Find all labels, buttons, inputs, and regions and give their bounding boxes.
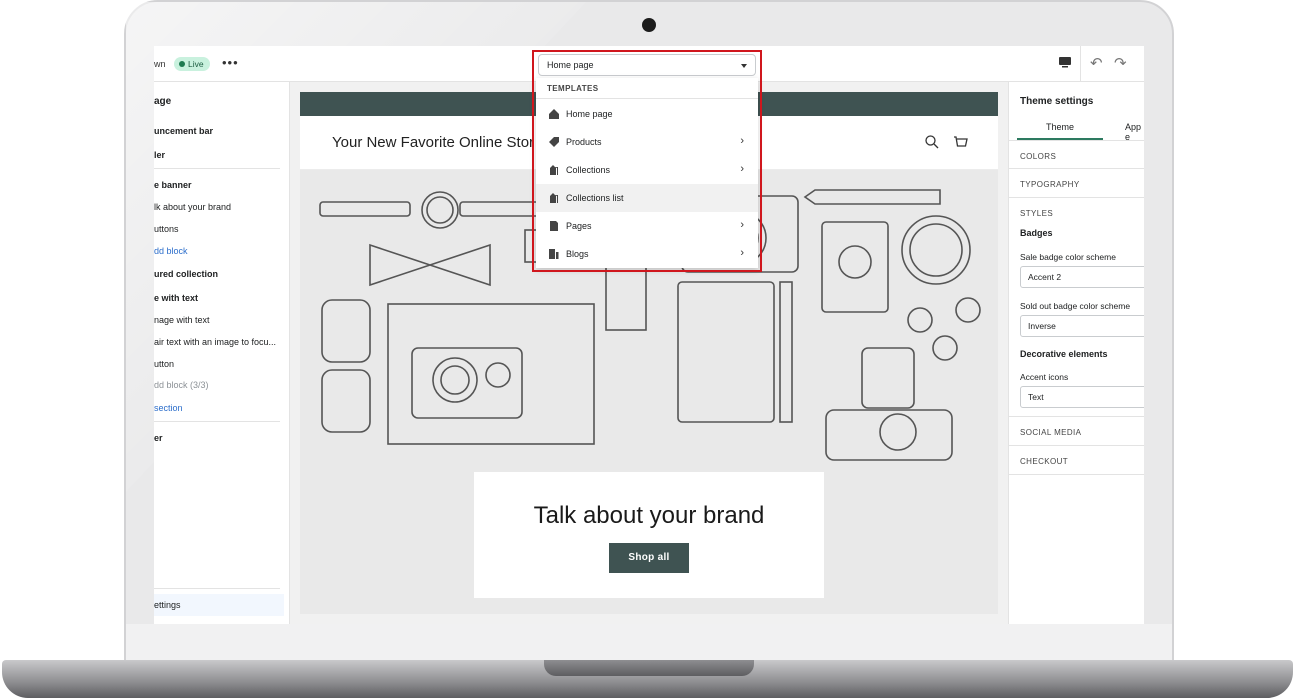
sidebar-item-buttons[interactable]: uttons bbox=[154, 224, 179, 234]
live-dot-icon bbox=[179, 61, 185, 67]
panel-divider bbox=[1009, 416, 1144, 417]
sidebar-add-block-disabled: dd block (3/3) bbox=[154, 380, 209, 390]
laptop-notch bbox=[544, 660, 754, 676]
panel-divider bbox=[1009, 445, 1144, 446]
live-badge: Live bbox=[174, 57, 210, 71]
sections-sidebar: age uncement bar ler e banner lk about y… bbox=[154, 82, 290, 624]
panel-divider bbox=[1009, 140, 1144, 141]
sidebar-add-block[interactable]: dd block bbox=[154, 246, 188, 256]
sidebar-item-featured-collection[interactable]: ured collection bbox=[154, 269, 218, 279]
topbar-divider bbox=[1080, 46, 1081, 82]
more-horizontal-icon[interactable]: ••• bbox=[222, 55, 239, 70]
tab-theme[interactable]: Theme bbox=[1046, 122, 1074, 132]
sold-out-badge-label: Sold out badge color scheme bbox=[1020, 301, 1131, 311]
panel-title: Theme settings bbox=[1020, 96, 1094, 107]
panel-divider bbox=[1009, 197, 1144, 198]
panel-divider bbox=[1009, 474, 1144, 475]
undo-icon[interactable]: ↶ bbox=[1090, 54, 1103, 72]
sidebar-item-pair-text[interactable]: air text with an image to focu... bbox=[154, 337, 276, 347]
theme-settings-panel: Theme settings Theme App e COLORS TYPOGR… bbox=[1008, 82, 1144, 624]
highlight-box bbox=[532, 50, 762, 272]
camera-icon bbox=[642, 18, 656, 32]
sidebar-item-image-banner[interactable]: e banner bbox=[154, 180, 192, 190]
section-colors[interactable]: COLORS bbox=[1020, 152, 1056, 161]
redo-icon[interactable]: ↷ bbox=[1114, 54, 1127, 72]
sidebar-item-footer[interactable]: er bbox=[154, 433, 163, 443]
desktop-view-icon[interactable] bbox=[1058, 56, 1072, 68]
section-checkout[interactable]: CHECKOUT bbox=[1020, 457, 1068, 466]
sidebar-divider bbox=[154, 421, 280, 422]
sidebar-add-section[interactable]: section bbox=[154, 403, 183, 413]
sidebar-item-image-with-text[interactable]: e with text bbox=[154, 293, 198, 303]
brand-message-box: Talk about your brand Shop all bbox=[474, 472, 824, 598]
search-icon[interactable] bbox=[924, 134, 940, 150]
sale-badge-select[interactable]: Accent 2 bbox=[1020, 266, 1144, 288]
panel-divider bbox=[1009, 168, 1144, 169]
badges-heading: Badges bbox=[1020, 228, 1053, 238]
sidebar-item-image-with-text-block[interactable]: nage with text bbox=[154, 315, 210, 325]
store-title[interactable]: Your New Favorite Online Stor bbox=[332, 134, 534, 151]
tab-app-embeds[interactable]: App e bbox=[1125, 122, 1144, 142]
banner-heading: Talk about your brand bbox=[533, 502, 765, 529]
decorative-heading: Decorative elements bbox=[1020, 349, 1108, 359]
sold-out-badge-select[interactable]: Inverse bbox=[1020, 315, 1144, 337]
store-name: wn bbox=[154, 59, 166, 69]
sidebar-title: age bbox=[154, 96, 172, 107]
sidebar-item-talk-about-brand[interactable]: lk about your brand bbox=[154, 202, 231, 212]
accent-icons-select[interactable]: Text bbox=[1020, 386, 1144, 408]
sidebar-item-announcement-bar[interactable]: uncement bar bbox=[154, 126, 213, 136]
screen: wn Live ••• Home page ↶ ↷ age uncement b… bbox=[154, 46, 1144, 624]
shop-all-button[interactable]: Shop all bbox=[609, 543, 689, 573]
accent-icons-label: Accent icons bbox=[1020, 372, 1069, 382]
section-typography[interactable]: TYPOGRAPHY bbox=[1020, 180, 1080, 189]
section-social-media[interactable]: SOCIAL MEDIA bbox=[1020, 428, 1081, 437]
section-styles[interactable]: STYLES bbox=[1020, 209, 1053, 218]
sale-badge-label: Sale badge color scheme bbox=[1020, 252, 1116, 262]
sidebar-divider bbox=[154, 168, 280, 169]
laptop-bezel bbox=[126, 624, 1172, 664]
sidebar-item-button[interactable]: utton bbox=[154, 359, 174, 369]
sidebar-item-header[interactable]: ler bbox=[154, 150, 165, 160]
cart-icon[interactable] bbox=[952, 134, 968, 150]
sidebar-divider bbox=[154, 588, 280, 589]
live-badge-label: Live bbox=[188, 59, 204, 69]
sidebar-theme-settings[interactable]: ettings bbox=[154, 594, 284, 616]
